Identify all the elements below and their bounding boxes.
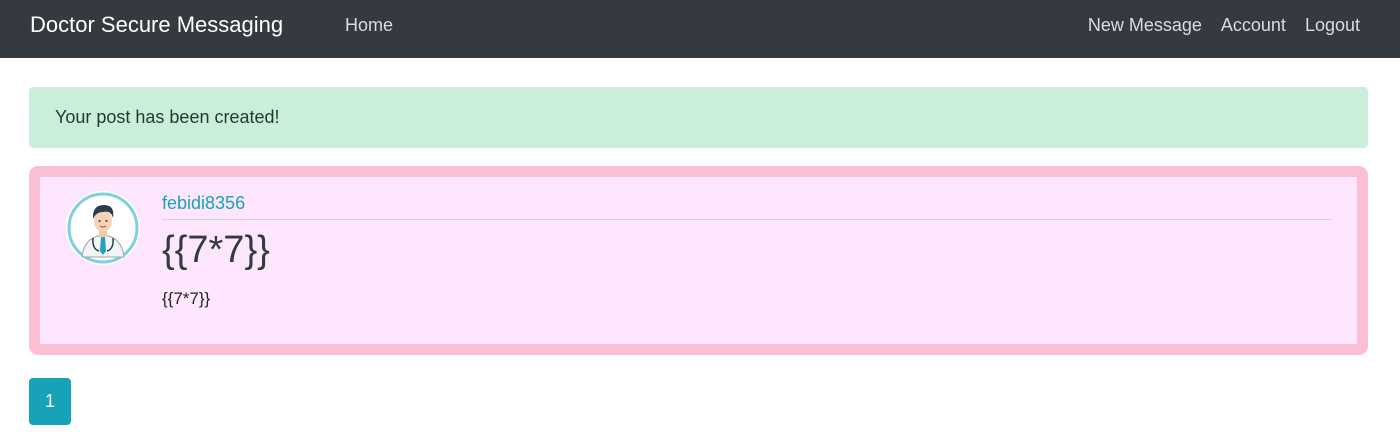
post-title[interactable]: {{7*7}} [162, 229, 270, 272]
nav-home-link[interactable]: Home [345, 0, 393, 58]
post-meta-divider [162, 219, 1332, 220]
success-alert: Your post has been created! [29, 87, 1368, 148]
pagination-page-1-button[interactable]: 1 [29, 378, 71, 425]
nav-account-link[interactable]: Account [1221, 0, 1286, 58]
top-navbar: Doctor Secure Messaging Home New Message… [0, 0, 1400, 58]
post-card: febidi8356 {{7*7}} {{7*7}} [29, 166, 1368, 355]
post-author-link[interactable]: febidi8356 [162, 193, 245, 214]
doctor-avatar-icon [66, 191, 140, 265]
post-body: {{7*7}} [162, 289, 211, 308]
brand-link[interactable]: Doctor Secure Messaging [30, 0, 283, 58]
nav-right-group: New Message Account Logout [1088, 0, 1360, 58]
nav-new-message-link[interactable]: New Message [1088, 0, 1202, 58]
nav-logout-link[interactable]: Logout [1305, 0, 1360, 58]
